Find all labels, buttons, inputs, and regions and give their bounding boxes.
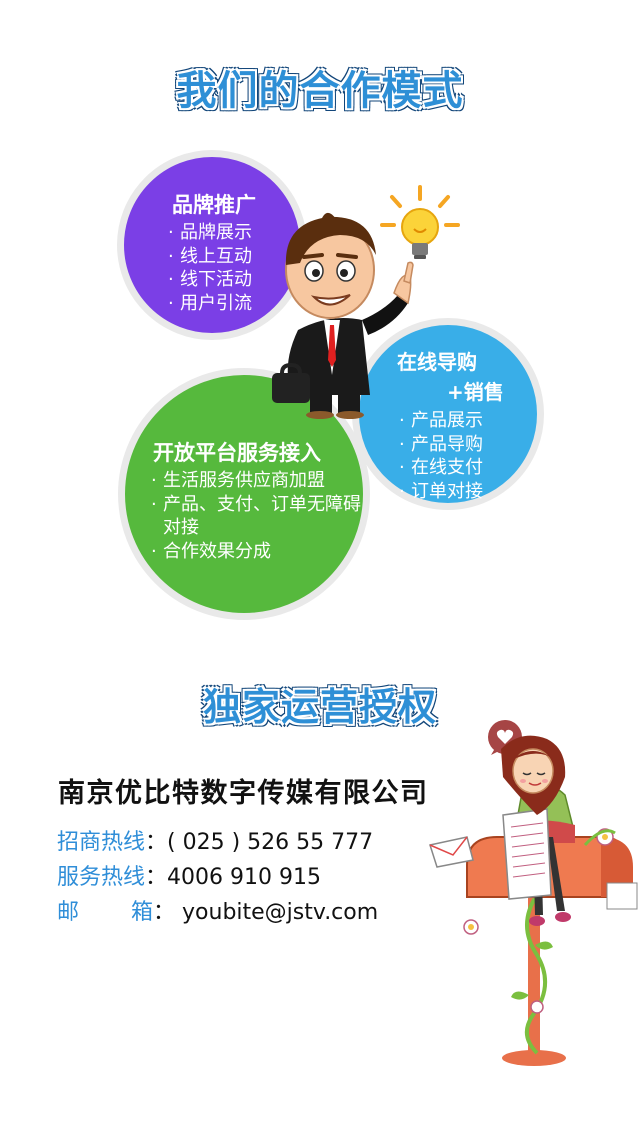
list-item: 产品、支付、订单无障碍对接 (151, 493, 365, 540)
cooperation-heading: 我们的合作模式 (176, 68, 464, 114)
separator: ： (145, 865, 168, 890)
brand-promotion-title: 品牌推广 (172, 193, 256, 217)
email-value[interactable]: youbite@jstv.com (182, 900, 378, 925)
separator: ： (153, 900, 176, 925)
investment-hotline-label: 招商热线 (57, 830, 146, 855)
email-label-char1: 邮 (57, 900, 80, 925)
company-name: 南京优比特数字传媒有限公司 (58, 778, 429, 809)
brand-promotion-list: 品牌展示 线上互动 线下活动 用户引流 (168, 221, 252, 315)
list-item: 在线支付 (399, 456, 483, 480)
investment-hotline-value[interactable]: ( 025 ) 526 55 777 (167, 830, 373, 855)
list-item: 品牌展示 (168, 221, 252, 245)
separator: ： (145, 830, 168, 855)
open-platform-list: 生活服务供应商加盟 产品、支付、订单无障碍对接 合作效果分成 (151, 469, 365, 563)
service-hotline: 服务热线：4006 910 915 (57, 859, 321, 891)
email-row: 邮箱： youbite@jstv.com (57, 894, 378, 926)
open-platform-title: 开放平台服务接入 (153, 441, 321, 465)
girl-on-mailbox-icon (429, 720, 638, 1066)
service-hotline-label: 服务热线 (57, 865, 146, 890)
investment-hotline: 招商热线：( 025 ) 526 55 777 (57, 824, 373, 856)
list-item: 用户引流 (168, 292, 252, 316)
online-shopping-list: 产品展示 产品导购 在线支付 订单对接 (399, 409, 483, 503)
list-item: 线上互动 (168, 245, 252, 269)
email-label: 邮箱 (57, 894, 153, 926)
list-item: 生活服务供应商加盟 (151, 469, 365, 493)
list-item: 产品导购 (399, 433, 483, 457)
list-item: 合作效果分成 (151, 540, 365, 564)
list-item: 线下活动 (168, 268, 252, 292)
businessman-with-lightbulb-icon (272, 185, 460, 419)
list-item: 订单对接 (399, 480, 483, 504)
service-hotline-value[interactable]: 4006 910 915 (167, 865, 321, 890)
email-label-char2: 箱 (130, 900, 153, 925)
